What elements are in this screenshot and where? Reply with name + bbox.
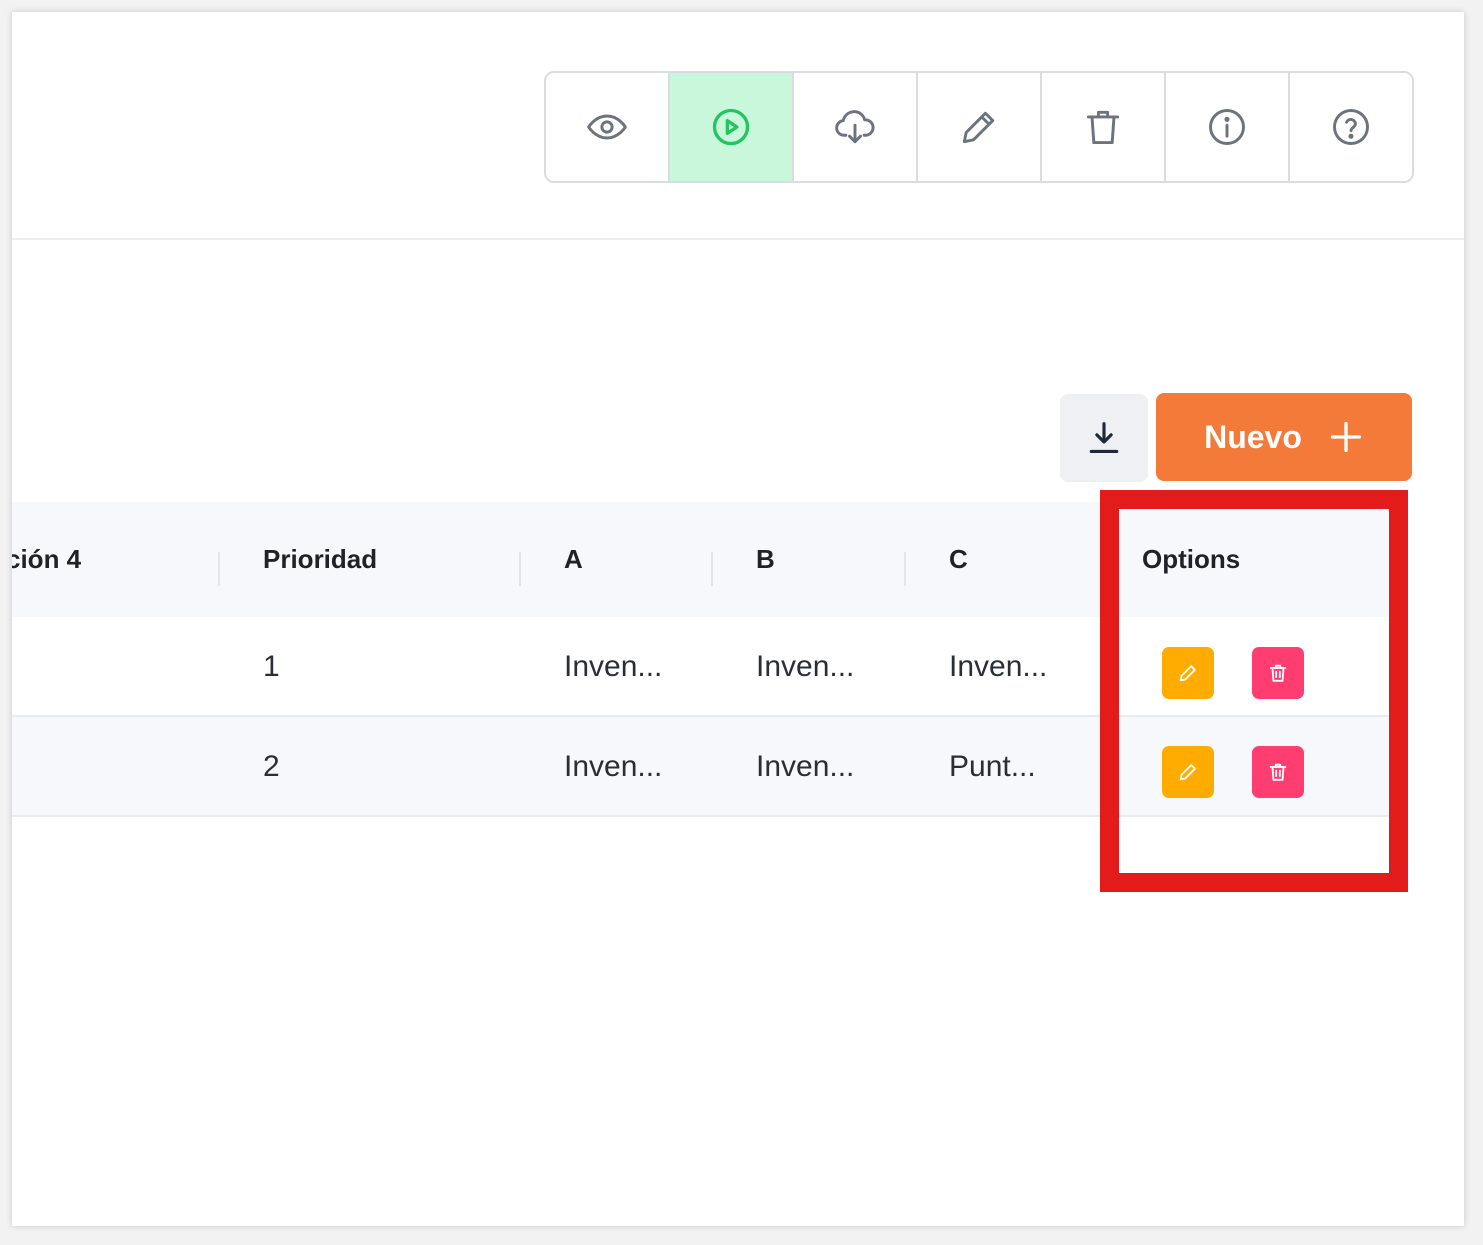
cell-prioridad: 1 [263,650,280,683]
new-button-label: Nuevo [1204,418,1302,455]
column-header-b[interactable]: B [756,502,775,617]
column-header-a[interactable]: A [564,502,583,617]
app-frame: Nuevo ción 4 Prioridad A B C Options 1 I… [12,12,1464,1226]
column-header-prioridad[interactable]: Prioridad [263,502,377,617]
plus-icon [1330,421,1362,453]
row-delete-button[interactable] [1252,746,1304,798]
header-divider [12,238,1464,240]
row-edit-button[interactable] [1162,647,1214,699]
pencil-icon [1179,764,1196,781]
row-edit-button[interactable] [1162,746,1214,798]
view-button[interactable] [546,73,670,181]
trash-icon [1086,110,1120,145]
new-button[interactable]: Nuevo [1156,393,1412,481]
delete-button[interactable] [1042,73,1166,181]
export-button[interactable] [1060,394,1148,482]
cloud-download-button[interactable] [794,73,918,181]
cell-a: Inven... [564,650,663,683]
help-button[interactable] [1290,73,1412,181]
cloud-download-icon [835,110,875,144]
pencil-icon [1179,665,1196,682]
table-row: 1 Inven... Inven... Inven... [12,617,1400,717]
info-icon [1209,109,1245,145]
cell-b: Inven... [756,650,855,683]
cell-c: Inven... [949,650,1048,683]
column-separator[interactable] [711,552,713,586]
column-header[interactable]: ción 4 [12,502,81,617]
row-delete-button[interactable] [1252,647,1304,699]
info-button[interactable] [1166,73,1290,181]
column-header-options: Options [1142,544,1241,574]
table-row: 2 Inven... Inven... Punt... [12,717,1400,817]
column-separator[interactable] [218,552,220,586]
play-circle-icon [712,108,750,146]
download-icon [1089,422,1119,454]
cell-b: Inven... [756,750,855,783]
cell-a: Inven... [564,750,663,783]
pencil-icon [962,111,995,144]
trash-icon [1269,763,1287,781]
trash-icon [1269,664,1287,682]
table-header: ción 4 Prioridad A B C Options [12,502,1400,617]
run-button[interactable] [670,73,794,181]
help-icon [1333,109,1369,145]
toolbar [544,71,1414,183]
column-header-c[interactable]: C [949,502,968,617]
edit-button[interactable] [918,73,1042,181]
cell-prioridad: 2 [263,750,280,783]
eye-icon [587,114,627,140]
cell-c: Punt... [949,750,1036,783]
column-separator[interactable] [904,552,906,586]
column-separator[interactable] [519,552,521,586]
